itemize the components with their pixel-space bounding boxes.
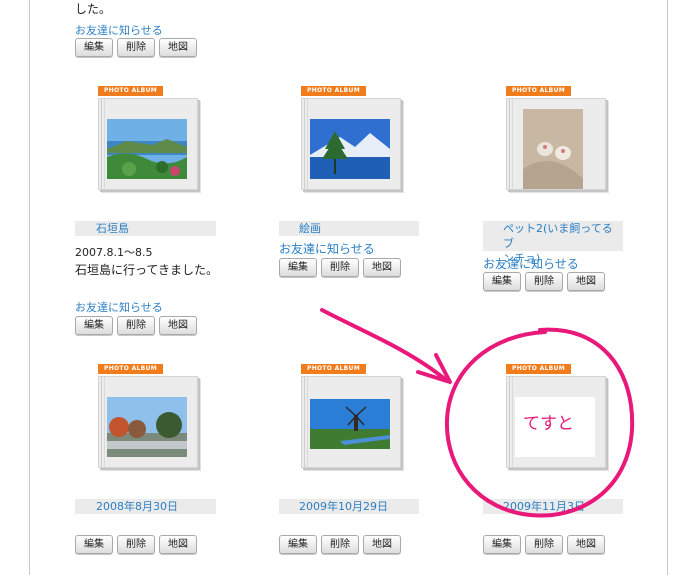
edit-button[interactable]: 編集	[279, 535, 317, 554]
action-buttons: 編集 削除 地図	[279, 535, 401, 554]
photo-album-tag: PHOTO ALBUM	[98, 86, 163, 96]
left-border	[29, 0, 30, 575]
action-buttons: 編集 削除 地図	[75, 535, 197, 554]
album-date: 2007.8.1〜8.5	[75, 246, 153, 259]
map-button[interactable]: 地図	[567, 535, 605, 554]
entry-text-fragment: した。	[75, 2, 112, 16]
album-title-text: 2009年10月29日	[299, 500, 388, 513]
photo-album-tag: PHOTO ALBUM	[301, 86, 366, 96]
action-buttons: 編集 削除 地図	[279, 258, 401, 277]
album-card[interactable]: PHOTO ALBUM	[98, 364, 210, 468]
annotation-arrowhead-icon	[416, 353, 452, 384]
action-buttons: 編集 削除 地図	[483, 272, 605, 291]
map-button[interactable]: 地図	[159, 38, 197, 57]
album-title[interactable]: 石垣島	[75, 221, 216, 236]
notify-friends-link[interactable]: お友達に知らせる	[483, 255, 579, 272]
photo-album-tag: PHOTO ALBUM	[301, 364, 366, 374]
album-description: 石垣島に行ってきました。	[75, 263, 219, 277]
delete-button[interactable]: 削除	[321, 535, 359, 554]
edit-button[interactable]: 編集	[279, 258, 317, 277]
album-title-line1: ペット2(いま飼ってるブ	[503, 222, 613, 250]
photo-album-tag: PHOTO ALBUM	[506, 86, 571, 96]
map-button[interactable]: 地図	[567, 272, 605, 291]
action-buttons: 編集 削除 地図	[483, 535, 605, 554]
album-cover[interactable]: てすと	[506, 376, 606, 468]
edit-button[interactable]: 編集	[75, 38, 113, 57]
album-title[interactable]: 2009年11月3日	[483, 499, 623, 514]
delete-button[interactable]: 削除	[117, 38, 155, 57]
action-buttons: 編集 削除 地図	[75, 38, 197, 57]
album-card[interactable]: PHOTO ALBUM	[301, 364, 413, 468]
album-card[interactable]: PHOTO ALBUM てすと	[506, 364, 618, 468]
delete-button[interactable]: 削除	[321, 258, 359, 277]
album-cover[interactable]	[98, 98, 198, 190]
map-button[interactable]: 地図	[159, 535, 197, 554]
album-photo-test[interactable]: てすと	[515, 397, 595, 457]
delete-button[interactable]: 削除	[117, 316, 155, 335]
album-photo-windmill[interactable]	[310, 399, 390, 449]
album-photo-garden[interactable]	[107, 397, 187, 457]
notify-friends-link[interactable]: お友達に知らせる	[75, 299, 163, 315]
edit-button[interactable]: 編集	[75, 316, 113, 335]
delete-button[interactable]: 削除	[525, 272, 563, 291]
album-cover[interactable]	[301, 376, 401, 468]
photo-album-tag: PHOTO ALBUM	[98, 364, 163, 374]
album-title-text: 2009年11月3日	[503, 500, 585, 513]
album-title[interactable]: 絵画	[279, 221, 419, 236]
album-photo-pet[interactable]	[523, 109, 583, 189]
notify-friends-link[interactable]: お友達に知らせる	[75, 22, 163, 38]
action-buttons: 編集 削除 地図	[75, 316, 197, 335]
edit-button[interactable]: 編集	[483, 272, 521, 291]
album-cover[interactable]	[301, 98, 401, 190]
album-title[interactable]: ペット2(いま飼ってるブ ンチョ)	[483, 221, 623, 265]
album-photo-ishigaki[interactable]	[107, 119, 187, 179]
edit-button[interactable]: 編集	[75, 535, 113, 554]
delete-button[interactable]: 削除	[525, 535, 563, 554]
album-title[interactable]: 2009年10月29日	[279, 499, 419, 514]
album-cover[interactable]	[98, 376, 198, 468]
map-button[interactable]: 地図	[363, 535, 401, 554]
album-title-text: 2008年8月30日	[96, 500, 178, 513]
album-cover[interactable]	[506, 98, 606, 190]
album-title-text: 石垣島	[96, 222, 129, 235]
map-button[interactable]: 地図	[159, 316, 197, 335]
map-button[interactable]: 地図	[363, 258, 401, 277]
delete-button[interactable]: 削除	[117, 535, 155, 554]
edit-button[interactable]: 編集	[483, 535, 521, 554]
album-card[interactable]: PHOTO ALBUM	[301, 86, 413, 190]
album-title[interactable]: 2008年8月30日	[75, 499, 216, 514]
album-card[interactable]: PHOTO ALBUM	[98, 86, 210, 190]
album-photo-painting[interactable]	[310, 119, 390, 179]
handwritten-test-text: てすと	[523, 414, 574, 434]
page-frame: した。 お友達に知らせる 編集 削除 地図 PHOTO ALBUM 石垣島 20…	[0, 0, 689, 575]
album-title-text: 絵画	[299, 222, 321, 235]
notify-friends-link[interactable]: お友達に知らせる	[279, 240, 375, 257]
photo-album-tag: PHOTO ALBUM	[506, 364, 571, 374]
album-card[interactable]: PHOTO ALBUM	[506, 86, 618, 190]
right-border	[667, 0, 668, 575]
